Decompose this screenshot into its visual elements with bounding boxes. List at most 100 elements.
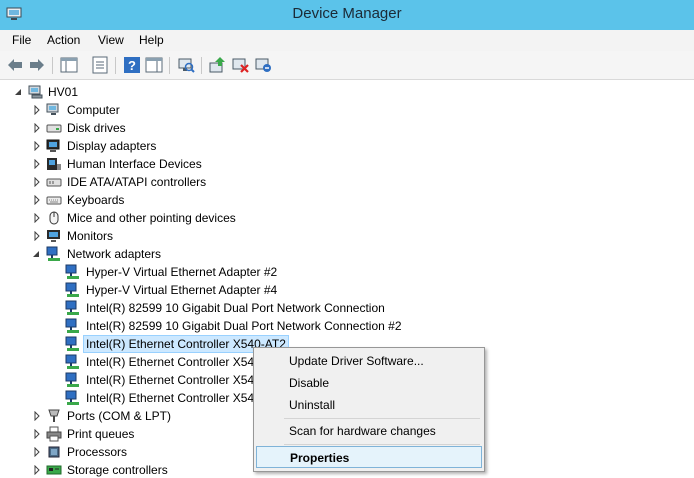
update-driver-icon[interactable] — [208, 56, 226, 74]
expand-arrow-icon[interactable] — [32, 105, 42, 115]
category-label: Human Interface Devices — [67, 157, 202, 171]
menu-item-label: Uninstall — [289, 398, 336, 412]
window-title: Device Manager — [292, 5, 402, 22]
tree-category-keyboards[interactable]: Keyboards — [0, 191, 200, 209]
network-adapter-item[interactable]: Intel(R) 82599 10 Gigabit Dual Port Netw… — [0, 317, 420, 335]
toolbar-separator — [201, 57, 202, 74]
menu-separator — [284, 418, 480, 419]
back-icon[interactable] — [6, 56, 24, 74]
category-label: Keyboards — [67, 193, 125, 207]
forward-icon[interactable] — [28, 56, 46, 74]
expand-arrow-icon[interactable] — [32, 141, 42, 151]
tree-category-computer[interactable]: Computer — [0, 101, 200, 119]
expand-arrow-icon[interactable] — [32, 195, 42, 205]
network-adapter-label: Intel(R) Ethernet Controller X540 — [86, 373, 261, 387]
uninstall-device-icon[interactable] — [254, 56, 272, 74]
show-hide-console-tree-icon[interactable] — [60, 56, 78, 74]
expand-arrow-icon[interactable] — [32, 177, 42, 187]
network-adapter-item[interactable]: Hyper-V Virtual Ethernet Adapter #4 — [0, 281, 300, 299]
network-adapter-item[interactable]: Intel(R) Ethernet Controller X540 — [0, 389, 261, 407]
tree-root-label: HV01 — [48, 85, 79, 99]
hid-icon — [47, 158, 61, 170]
tree-category-mice[interactable]: Mice and other pointing devices — [0, 209, 250, 227]
tree-category-processors[interactable]: Processors — [0, 443, 200, 461]
network-adapter-item[interactable]: Hyper-V Virtual Ethernet Adapter #2 — [0, 263, 300, 281]
expand-arrow-icon[interactable] — [32, 465, 42, 475]
menu-action[interactable]: Action — [47, 33, 80, 47]
properties-icon[interactable] — [91, 56, 109, 74]
category-label: Mice and other pointing devices — [67, 211, 236, 225]
tree-category-monitors[interactable]: Monitors — [0, 227, 200, 245]
tree-category-disk-drives[interactable]: Disk drives — [0, 119, 200, 137]
expand-arrow-icon[interactable] — [32, 123, 42, 133]
ide-controller-icon — [46, 178, 62, 187]
uninstall-menu-item[interactable]: Uninstall — [256, 394, 482, 416]
menu-bar: File Action View Help — [0, 30, 694, 51]
tree-category-ports[interactable]: Ports (COM & LPT) — [0, 407, 200, 425]
tree-category-ide-ata-atapi-controllers[interactable]: IDE ATA/ATAPI controllers — [0, 173, 220, 191]
disk-drive-icon — [46, 124, 62, 133]
display-adapter-icon — [46, 139, 60, 152]
computer-icon — [28, 85, 43, 99]
category-label: Processors — [67, 445, 128, 459]
monitor-icon — [47, 230, 60, 242]
network-adapter-icon — [65, 372, 79, 387]
disable-device-icon[interactable] — [231, 56, 249, 74]
title-bar: Device Manager — [0, 0, 694, 30]
network-adapter-label: Intel(R) Ethernet Controller X540 — [86, 355, 261, 369]
keyboard-icon — [46, 196, 62, 205]
category-label: Monitors — [67, 229, 114, 243]
expand-arrow-icon[interactable] — [32, 231, 42, 241]
menu-file[interactable]: File — [12, 33, 31, 47]
toolbar-separator — [169, 57, 170, 74]
tree-category-network-adapters[interactable]: Network adapters — [0, 245, 200, 263]
network-adapter-icon — [65, 336, 79, 351]
tree-category-storage-controllers[interactable]: Storage controllers — [0, 461, 200, 478]
menu-view[interactable]: View — [98, 33, 124, 47]
collapse-arrow-icon[interactable] — [31, 249, 41, 259]
menu-item-label: Scan for hardware changes — [289, 424, 436, 438]
menu-help[interactable]: Help — [139, 33, 164, 47]
category-label: Disk drives — [67, 121, 126, 135]
network-adapter-icon — [65, 390, 79, 405]
network-adapter-icon — [65, 318, 79, 333]
network-adapter-item[interactable]: Intel(R) 82599 10 Gigabit Dual Port Netw… — [0, 299, 420, 317]
network-adapter-item[interactable]: Intel(R) Ethernet Controller X540 — [0, 371, 261, 389]
network-adapter-icon — [46, 246, 60, 261]
expand-arrow-icon[interactable] — [32, 213, 42, 223]
expand-arrow-icon[interactable] — [32, 447, 42, 457]
tree-category-print-queues[interactable]: Print queues — [0, 425, 200, 443]
properties-menu-item[interactable]: Properties — [256, 446, 482, 468]
disable-menu-item[interactable]: Disable — [256, 372, 482, 394]
menu-item-label: Properties — [290, 451, 350, 465]
network-adapter-icon — [65, 300, 79, 315]
storage-controller-icon — [46, 465, 62, 475]
scan-hardware-icon[interactable] — [177, 56, 195, 74]
tree-category-human-interface-devices[interactable]: Human Interface Devices — [0, 155, 220, 173]
network-adapter-icon — [65, 264, 79, 279]
network-adapter-label: Hyper-V Virtual Ethernet Adapter #4 — [86, 283, 278, 297]
update-driver-software-menu-item[interactable]: Update Driver Software... — [256, 350, 482, 372]
toolbar-separator — [52, 57, 53, 74]
network-adapter-item[interactable]: Intel(R) Ethernet Controller X540 — [0, 353, 261, 371]
expand-arrow-icon[interactable] — [32, 159, 42, 169]
network-adapter-label: Intel(R) 82599 10 Gigabit Dual Port Netw… — [86, 319, 402, 333]
svg-text:?: ? — [128, 58, 136, 73]
network-adapter-label: Hyper-V Virtual Ethernet Adapter #2 — [86, 265, 278, 279]
category-label: Computer — [67, 103, 120, 117]
menu-item-label: Update Driver Software... — [289, 354, 424, 368]
mouse-icon — [49, 211, 59, 225]
expand-arrow-icon[interactable] — [32, 429, 42, 439]
menu-item-label: Disable — [289, 376, 330, 390]
scan-hardware-changes-menu-item[interactable]: Scan for hardware changes — [256, 420, 482, 442]
printer-icon — [46, 426, 62, 442]
help-icon[interactable]: ? — [123, 56, 141, 74]
collapse-arrow-icon[interactable] — [13, 87, 23, 97]
action-pane-icon[interactable] — [145, 56, 163, 74]
toolbar-separator — [115, 57, 116, 74]
category-label: Ports (COM & LPT) — [67, 409, 172, 423]
tree-category-display-adapters[interactable]: Display adapters — [0, 137, 200, 155]
network-adapter-label: Intel(R) 82599 10 Gigabit Dual Port Netw… — [86, 301, 385, 315]
expand-arrow-icon[interactable] — [32, 411, 42, 421]
tree-root-hv01[interactable]: HV01 — [0, 83, 120, 101]
